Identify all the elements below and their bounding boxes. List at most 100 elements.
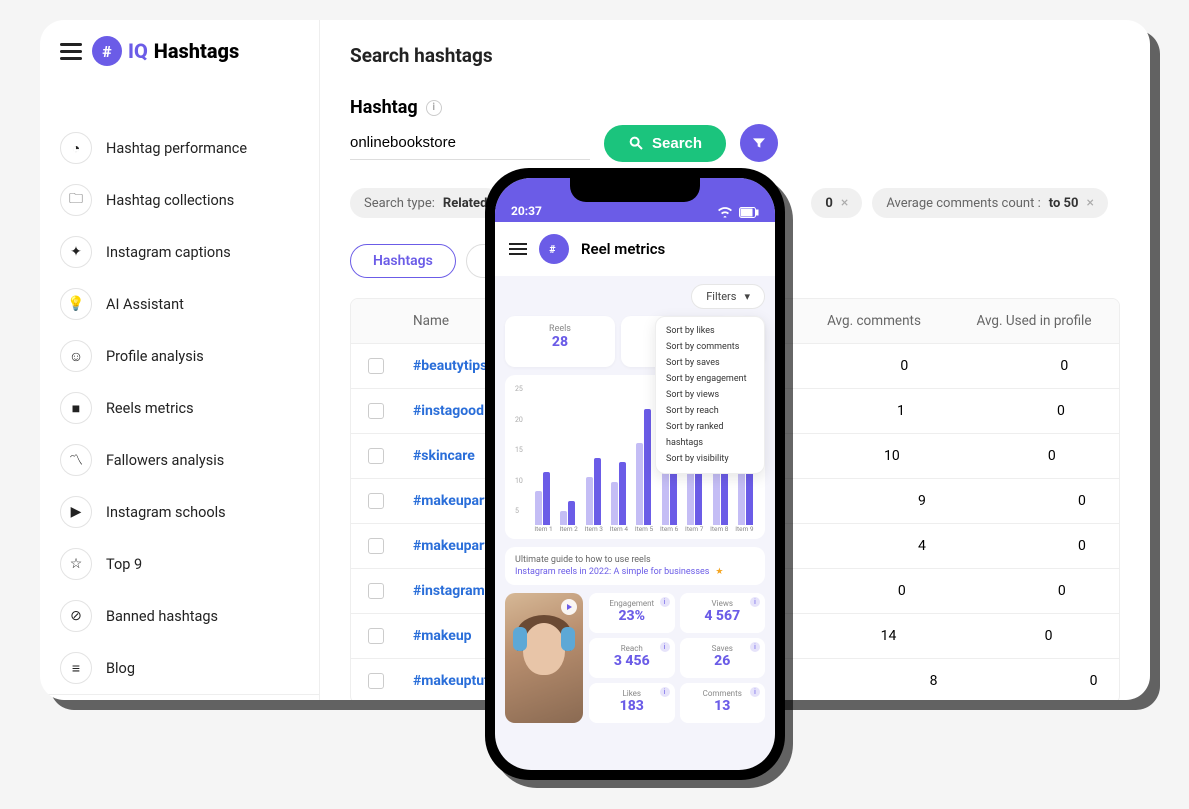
- bar-group: [633, 409, 655, 525]
- row-checkbox[interactable]: [368, 628, 384, 644]
- sidebar-item-top9[interactable]: ☆Top 9: [40, 538, 319, 590]
- metric-value: 13: [686, 698, 760, 714]
- sidebar-item-instagram-captions[interactable]: ✦Instagram captions: [40, 226, 319, 278]
- close-icon[interactable]: ×: [841, 195, 848, 211]
- info-icon[interactable]: i: [426, 100, 442, 116]
- svg-text:#: #: [549, 243, 555, 256]
- chip-search-type: Search type: Related: [350, 188, 501, 218]
- chip-value: Related: [443, 196, 487, 211]
- sort-option[interactable]: Sort by ranked: [656, 419, 764, 435]
- hashtag-name[interactable]: #skincare: [401, 434, 487, 478]
- chip-avg-comments: Average comments count : to 50 ×: [872, 188, 1108, 218]
- phone-page-title: Reel metrics: [581, 240, 665, 258]
- search-row: Search: [350, 124, 1120, 162]
- bulb-icon: 💡: [60, 288, 92, 320]
- avg-used: 0: [1009, 659, 1120, 700]
- menu-icon[interactable]: [60, 43, 82, 60]
- ban-icon: ⊘: [60, 600, 92, 632]
- sidebar-item-hashtag-collections[interactable]: 🗀Hashtag collections: [40, 174, 319, 226]
- sidebar-header: # IQ Hashtags: [40, 20, 319, 82]
- sort-option[interactable]: Sort by reach: [656, 403, 764, 419]
- sort-option[interactable]: Sort by views: [656, 387, 764, 403]
- sidebar-item-profile-analysis[interactable]: ☺Profile analysis: [40, 330, 319, 382]
- filter-button[interactable]: [740, 124, 778, 162]
- tab-hashtags[interactable]: Hashtags: [350, 244, 456, 278]
- filters-button[interactable]: Filters ▾: [691, 284, 765, 309]
- hashtag-name[interactable]: #instagood: [401, 389, 496, 433]
- chip-value: to 50: [1049, 196, 1079, 211]
- chip-label: Search type:: [364, 196, 435, 211]
- menu-icon[interactable]: [509, 243, 527, 255]
- video-icon: ■: [60, 392, 92, 424]
- avg-comments: 4: [847, 524, 997, 568]
- bar-group: [531, 472, 553, 525]
- wifi-icon: [717, 206, 733, 218]
- row-checkbox[interactable]: [368, 358, 384, 374]
- nav-label: Banned hashtags: [106, 608, 218, 625]
- avg-comments: 0: [829, 344, 979, 388]
- metrics-grid: i Engagement 23%i Views 4 567i Reach 3 4…: [589, 593, 765, 723]
- row-checkbox[interactable]: [368, 403, 384, 419]
- chip-zero: 0 ×: [811, 188, 862, 218]
- sort-option[interactable]: Sort by comments: [656, 339, 764, 355]
- info-icon[interactable]: i: [750, 687, 760, 697]
- search-button[interactable]: Search: [604, 125, 726, 162]
- chip-label: Average comments count :: [886, 196, 1040, 211]
- close-icon[interactable]: ×: [1086, 195, 1093, 211]
- sidebar-item-reels-metrics[interactable]: ■ Reels metrics: [40, 382, 319, 434]
- sidebar-item-hashtag-performance[interactable]: ◔Hashtag performance: [40, 122, 319, 174]
- stat-row: Reels 28 i Reach 5 282 ↗ +7% i Int Sort …: [505, 316, 765, 367]
- sort-option[interactable]: Sort by engagement: [656, 371, 764, 387]
- hash-icon: #: [92, 36, 122, 66]
- nav-label: Reels metrics: [106, 400, 194, 417]
- search-icon: [628, 135, 644, 151]
- row-checkbox[interactable]: [368, 583, 384, 599]
- info-icon[interactable]: i: [660, 597, 670, 607]
- avg-comments: 0: [827, 569, 977, 613]
- sort-option[interactable]: hashtags: [656, 435, 764, 451]
- sort-menu: Sort by likesSort by commentsSort by sav…: [655, 316, 765, 474]
- gauge-icon: ◔: [60, 132, 92, 164]
- hash-icon: #: [539, 234, 569, 264]
- row-checkbox[interactable]: [368, 448, 384, 464]
- metric-card: i Engagement 23%: [589, 593, 675, 633]
- star-icon: ★: [715, 567, 723, 577]
- info-icon[interactable]: i: [750, 642, 760, 652]
- sidebar-item-followers-analysis[interactable]: 〽Fallowers analysis: [40, 434, 319, 486]
- metric-value: 3 456: [595, 653, 669, 669]
- col-avg-used: Avg. Used in profile: [949, 299, 1119, 343]
- reel-thumbnail[interactable]: [505, 593, 583, 723]
- sort-option[interactable]: Sort by saves: [656, 355, 764, 371]
- logo: # IQ Hashtags: [92, 36, 239, 66]
- metric-card: i Reach 3 456: [589, 638, 675, 678]
- sidebar-item-blog[interactable]: ≡Blog: [40, 642, 319, 694]
- row-checkbox[interactable]: [368, 673, 384, 689]
- info-icon[interactable]: i: [750, 597, 760, 607]
- info-icon[interactable]: i: [660, 687, 670, 697]
- bar-group: [556, 501, 578, 525]
- search-input[interactable]: [350, 126, 590, 160]
- metric-card: i Views 4 567: [680, 593, 766, 633]
- sidebar-item-instagram-schools[interactable]: ▶Instagram schools: [40, 486, 319, 538]
- hashtag-name[interactable]: #makeup: [401, 614, 484, 658]
- page-title: Search hashtags: [350, 44, 1120, 67]
- guide-link[interactable]: Instagram reels in 2022: A simple for bu…: [515, 567, 755, 577]
- info-icon[interactable]: i: [660, 642, 670, 652]
- sidebar-item-ai-assistant[interactable]: 💡AI Assistant: [40, 278, 319, 330]
- metric-label: Reach: [595, 644, 669, 653]
- x-axis: Item 1Item 2Item 3Item 4Item 5Item 6Item…: [513, 525, 757, 533]
- sort-option[interactable]: Sort by likes: [656, 323, 764, 339]
- stat-reels: Reels 28: [505, 316, 615, 367]
- sidebar-item-banned-hashtags[interactable]: ⊘ Banned hashtags: [40, 590, 319, 642]
- avg-used: 0: [976, 389, 1120, 433]
- metric-label: Views: [686, 599, 760, 608]
- metric-value: 23%: [595, 608, 669, 624]
- avg-used: 0: [964, 614, 1120, 658]
- sort-option[interactable]: Sort by visibility: [656, 451, 764, 467]
- star-icon: ☆: [60, 548, 92, 580]
- sidebar-footer: # iqhashtags marketer ⚙: [40, 694, 319, 700]
- play-icon: ▶: [60, 496, 92, 528]
- row-checkbox[interactable]: [368, 538, 384, 554]
- row-checkbox[interactable]: [368, 493, 384, 509]
- hashtag-name[interactable]: #instagram: [401, 569, 497, 613]
